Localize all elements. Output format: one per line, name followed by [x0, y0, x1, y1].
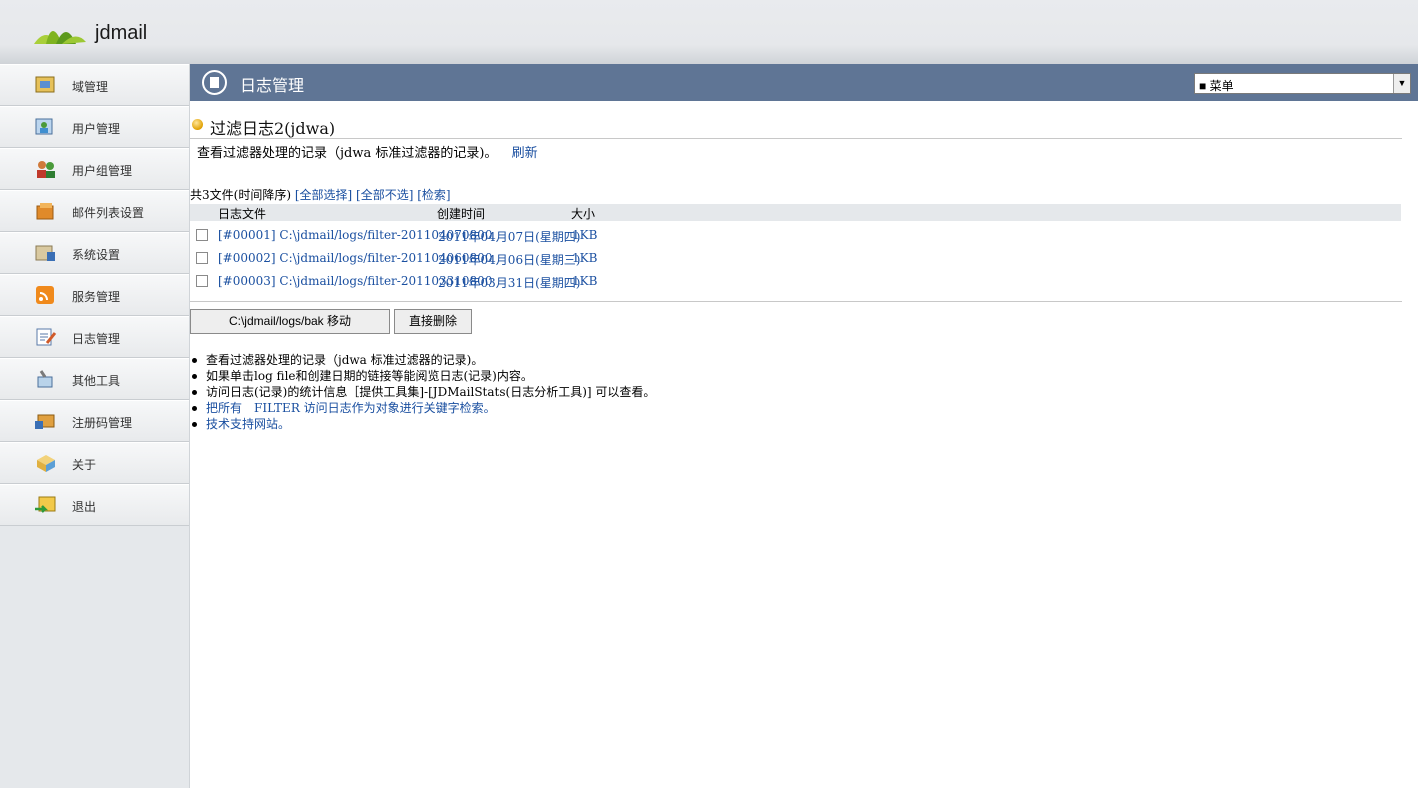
keyword-search-link[interactable]: 把所有 FILTER 访问日志作为对象进行关键字检索。: [190, 400, 655, 416]
note-item: 访问日志(记录)的统计信息［提供工具集]-[JDMailStats(日志分析工具…: [190, 384, 655, 400]
sidebar-item-label: 其他工具: [72, 374, 121, 388]
main-content: 过滤日志2(jdwa) 查看过滤器处理的记录（jdwa 标准过滤器的记录)。 刷…: [190, 101, 1418, 788]
sidebar-item-domain[interactable]: 域管理: [0, 64, 189, 106]
sidebar-item-about[interactable]: 关于: [0, 442, 189, 484]
search-link[interactable]: [检索]: [417, 188, 450, 202]
page-header: 日志管理 ■ 菜单 ▼: [190, 64, 1418, 101]
column-header-log-file: 日志文件: [218, 207, 267, 221]
delete-button[interactable]: 直接删除: [394, 309, 472, 334]
log-document-icon: [202, 70, 227, 95]
sidebar-item-system-settings[interactable]: 系统设置: [0, 232, 189, 274]
sidebar-item-user-groups[interactable]: 用户组管理: [0, 148, 189, 190]
sidebar-item-users[interactable]: 用户管理: [0, 106, 189, 148]
sidebar-item-other-tools[interactable]: 其他工具: [0, 358, 189, 400]
section-title: 过滤日志2(jdwa): [210, 119, 336, 138]
sidebar-item-mailing-list[interactable]: 邮件列表设置: [0, 190, 189, 232]
row-checkbox[interactable]: [196, 252, 208, 264]
leaf-logo-icon: [34, 31, 86, 44]
log-icon: [36, 328, 57, 346]
sidebar-item-label: 邮件列表设置: [72, 206, 145, 220]
sidebar: 域管理 用户管理 用户组管理 邮件列表设置 系统设置 服务管理 日志管理 其他工…: [0, 64, 190, 788]
user-group-icon: [37, 161, 55, 178]
sidebar-item-log-management[interactable]: 日志管理: [0, 316, 189, 358]
refresh-link[interactable]: 刷新: [512, 146, 538, 161]
logout-icon: [35, 496, 56, 513]
sidebar-item-label: 用户管理: [72, 122, 121, 136]
divider: [190, 301, 1402, 302]
sidebar-item-license-management[interactable]: 注册码管理: [0, 400, 189, 442]
sidebar-item-label: 域管理: [72, 80, 109, 94]
note-item: 查看过滤器处理的记录（jdwa 标准过滤器的记录)。: [190, 352, 655, 368]
divider: [190, 138, 1402, 139]
description-text: 查看过滤器处理的记录（jdwa 标准过滤器的记录)。: [197, 146, 498, 161]
column-header-size: 大小: [571, 207, 596, 221]
description: 查看过滤器处理的记录（jdwa 标准过滤器的记录)。 刷新: [197, 142, 538, 161]
sidebar-item-logout[interactable]: 退出: [0, 484, 189, 526]
created-date-link[interactable]: 2011年03月31日(星期四): [438, 274, 580, 291]
about-box-icon: [37, 455, 55, 472]
user-icon: [35, 118, 53, 135]
tools-icon: [37, 370, 53, 388]
file-count-text: 共3文件(时间降序): [190, 188, 291, 202]
help-notes: 查看过滤器处理的记录（jdwa 标准过滤器的记录)。 如果单击log file和…: [190, 352, 655, 432]
mailing-list-icon: [36, 203, 54, 220]
system-settings-icon: [35, 245, 55, 261]
top-bar: jdmail: [0, 0, 1418, 64]
table-row: [#00001] C:\jdmail/logs/filter-201104070…: [190, 224, 1401, 246]
table-row: [#00003] C:\jdmail/logs/filter-201103310…: [190, 270, 1401, 292]
column-header-created: 创建时间: [437, 207, 486, 221]
deselect-all-link[interactable]: [全部不选]: [356, 188, 413, 202]
table-header: 日志文件 创建时间 大小: [190, 204, 1401, 221]
title-bullet-icon: [192, 119, 203, 130]
row-checkbox[interactable]: [196, 229, 208, 241]
move-to-backup-button[interactable]: C:\jdmail/logs/bak 移动: [190, 309, 390, 334]
page-title: 日志管理: [240, 78, 305, 95]
sidebar-item-label: 退出: [72, 500, 97, 514]
app-name: jdmail: [95, 22, 148, 44]
sidebar-item-service-management[interactable]: 服务管理: [0, 274, 189, 316]
menu-select-value: ■ 菜单: [1199, 79, 1234, 93]
sidebar-item-label: 用户组管理: [72, 164, 133, 178]
file-size: 1KB: [572, 251, 598, 265]
chevron-down-icon[interactable]: ▼: [1393, 74, 1410, 93]
file-summary: 共3文件(时间降序) [全部选择] [全部不选] [检索]: [190, 186, 451, 203]
sidebar-item-label: 日志管理: [72, 332, 121, 346]
sidebar-item-label: 关于: [72, 458, 97, 472]
sidebar-item-label: 注册码管理: [72, 416, 133, 430]
sidebar-item-label: 服务管理: [72, 290, 121, 304]
select-all-link[interactable]: [全部选择]: [295, 188, 352, 202]
domain-icon: [35, 76, 55, 93]
row-checkbox[interactable]: [196, 275, 208, 287]
support-site-link[interactable]: 技术支持网站。: [190, 416, 655, 432]
rss-service-icon: [36, 286, 54, 304]
created-date-link[interactable]: 2011年04月07日(星期四): [438, 228, 580, 245]
created-date-link[interactable]: 2011年04月06日(星期三): [438, 251, 580, 268]
file-size: 1KB: [572, 274, 598, 288]
license-icon: [35, 414, 55, 429]
sidebar-item-label: 系统设置: [72, 248, 121, 262]
file-size: 1KB: [572, 228, 598, 242]
note-item: 如果单击log file和创建日期的链接等能阅览日志(记录)内容。: [190, 368, 655, 384]
menu-select[interactable]: ■ 菜单 ▼: [1194, 73, 1411, 94]
table-row: [#00002] C:\jdmail/logs/filter-201104060…: [190, 247, 1401, 269]
